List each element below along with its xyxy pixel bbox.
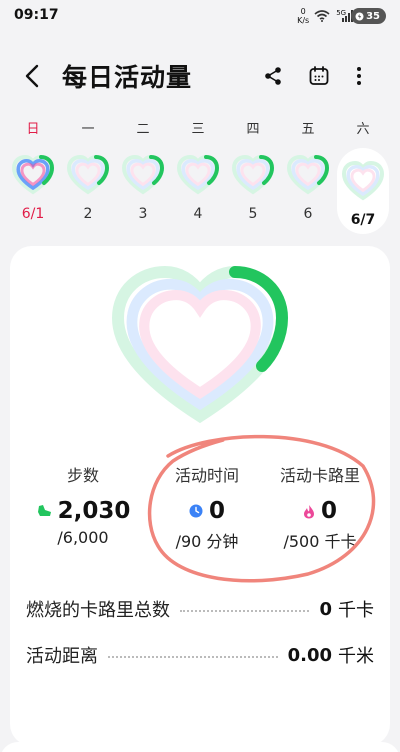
wifi-icon xyxy=(314,10,330,22)
day-label: 二 xyxy=(136,122,150,137)
signal-label: 5G xyxy=(336,9,347,17)
calories-burned-label: 燃烧的卡路里总数 xyxy=(26,600,170,621)
day-date: 2 xyxy=(83,206,93,222)
row-divider-dots xyxy=(108,656,278,658)
status-time: 09:17 xyxy=(14,7,59,23)
more-vertical-icon xyxy=(357,67,361,85)
battery-saver-icon xyxy=(355,12,364,20)
calories-burned-row[interactable]: 燃烧的卡路里总数 0 千卡 xyxy=(26,594,374,624)
calendar-icon xyxy=(309,66,329,85)
calories-burned-value: 0 xyxy=(319,598,332,620)
day-date: 6 xyxy=(303,206,313,222)
shoe-icon xyxy=(37,505,51,516)
day-heart-ring-icon xyxy=(66,154,110,195)
share-icon xyxy=(265,67,281,85)
day-item[interactable]: 五6 xyxy=(282,118,334,222)
back-button[interactable] xyxy=(18,60,50,92)
more-options-button[interactable] xyxy=(345,62,373,90)
day-item[interactable]: 一2 xyxy=(62,118,114,222)
day-label: 五 xyxy=(301,122,315,137)
active-distance-value: 0.00 xyxy=(287,644,332,666)
steps-value: 2,030 xyxy=(57,498,131,524)
day-item[interactable]: 四5 xyxy=(227,118,279,222)
calendar-button[interactable] xyxy=(305,62,333,90)
day-date: 6/1 xyxy=(21,206,45,222)
day-heart-ring-icon xyxy=(176,154,220,195)
share-button[interactable] xyxy=(259,62,287,90)
active-distance-unit: 千米 xyxy=(338,646,374,667)
active-distance-label: 活动距离 xyxy=(26,646,98,667)
steps-goal: /6,000 xyxy=(57,528,109,547)
status-bar: 09:17 0 K/s 5G 35 xyxy=(0,0,400,32)
day-item[interactable]: 三4 xyxy=(172,118,224,222)
day-item[interactable]: 日 6/1 xyxy=(7,118,59,222)
day-heart-ring-icon xyxy=(121,154,165,195)
calories-burned-unit: 千卡 xyxy=(338,600,374,621)
day-date: 6/7 xyxy=(350,212,376,228)
next-card-peek xyxy=(0,742,400,752)
steps-stat[interactable]: 步数 2,030 /6,000 xyxy=(23,462,143,547)
day-heart-ring-icon xyxy=(11,154,55,195)
day-date: 3 xyxy=(138,206,148,222)
network-speed: 0 K/s xyxy=(297,7,309,25)
day-date: 5 xyxy=(248,206,258,222)
day-item[interactable]: 六 6/7 xyxy=(337,122,389,234)
steps-label: 步数 xyxy=(66,466,99,485)
day-label: 四 xyxy=(246,122,260,137)
app-header: 每日活动量 xyxy=(0,52,400,100)
network-speed-unit: K/s xyxy=(297,16,310,25)
day-heart-ring-icon xyxy=(341,160,385,201)
battery-indicator: 35 xyxy=(351,8,386,24)
day-label: 三 xyxy=(191,122,205,137)
hand-drawn-annotation-circle xyxy=(147,434,376,583)
activity-heart-ring xyxy=(110,266,289,426)
day-label: 一 xyxy=(81,122,95,137)
day-label: 六 xyxy=(356,122,370,137)
day-heart-ring-icon xyxy=(286,154,330,195)
day-item[interactable]: 二3 xyxy=(117,118,169,222)
active-distance-row[interactable]: 活动距离 0.00 千米 xyxy=(26,640,374,670)
chevron-left-icon xyxy=(25,64,39,88)
battery-level: 35 xyxy=(366,10,380,22)
day-date: 4 xyxy=(193,206,203,222)
page-title: 每日活动量 xyxy=(62,63,193,92)
row-divider-dots xyxy=(180,610,310,612)
day-label: 日 xyxy=(26,122,40,137)
status-icons: 0 K/s 5G 35 xyxy=(297,7,386,25)
network-speed-value: 0 xyxy=(300,7,306,16)
day-heart-ring-icon xyxy=(231,154,275,195)
